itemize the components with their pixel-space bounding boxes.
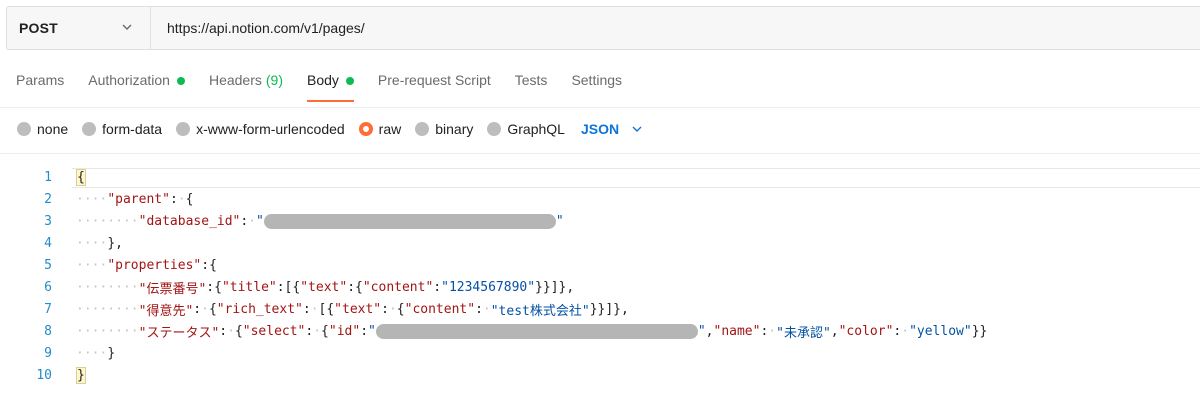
headers-count: (9) (265, 72, 283, 88)
json-key: "text" (334, 301, 382, 317)
json-string: "yellow" (909, 323, 972, 339)
method-label: POST (19, 20, 58, 36)
request-url-bar: POST (6, 6, 1200, 50)
json-brace: { (185, 191, 194, 207)
chevron-down-icon (632, 126, 642, 132)
code-line: 4 ····}, (6, 232, 1200, 254)
json-brace: } (107, 345, 116, 361)
radio-x-www-form-urlencoded[interactable]: x-www-form-urlencoded (176, 121, 345, 137)
json-key: "伝票番号" (138, 281, 207, 297)
radio-label: none (37, 121, 69, 137)
radio-icon (176, 122, 191, 136)
radio-raw[interactable]: raw (358, 121, 402, 137)
line-number: 3 (44, 213, 52, 229)
json-key: "parent" (107, 191, 170, 207)
radio-binary[interactable]: binary (415, 121, 473, 137)
line-number: 5 (44, 257, 52, 273)
json-string: "test株式会社" (490, 303, 590, 319)
tab-tests[interactable]: Tests (515, 72, 548, 102)
code-line: 5 ···· "properties":{ (6, 254, 1200, 276)
radio-label: raw (378, 121, 402, 137)
tab-settings[interactable]: Settings (571, 72, 622, 102)
json-brace: { (76, 168, 86, 186)
method-select[interactable]: POST (7, 7, 151, 49)
raw-format-label: JSON (580, 121, 620, 137)
tab-headers[interactable]: Headers (9) (209, 72, 283, 102)
json-brace: { (209, 257, 217, 273)
body-type-options: none form-data x-www-form-urlencoded raw… (17, 120, 643, 138)
json-key: "rich_text" (216, 301, 303, 317)
code-line: 2 ···· "parent": ·{ (6, 188, 1200, 210)
redacted-value (263, 213, 556, 229)
raw-format-select[interactable]: JSON (581, 121, 643, 137)
json-brace: } (107, 235, 116, 251)
line-number: 4 (44, 235, 52, 251)
json-string: "1234567890" (441, 279, 536, 295)
line-number: 8 (44, 323, 52, 339)
code-line: 9 ····} (6, 342, 1200, 364)
divider (0, 153, 1200, 154)
line-number: 10 (36, 367, 52, 383)
json-key: "database_id" (138, 213, 241, 229)
radio-label: GraphQL (507, 121, 565, 137)
json-key: "content" (362, 279, 434, 295)
tab-params[interactable]: Params (16, 72, 64, 102)
radio-icon (487, 122, 502, 136)
radio-icon (82, 122, 97, 136)
radio-none[interactable]: none (17, 121, 68, 137)
json-key: "ステータス" (138, 325, 220, 341)
divider (0, 107, 1200, 108)
line-number: 9 (44, 345, 52, 361)
code-line: 8 ········ "ステータス": ·{"select": ·{"id": " ", "… (6, 320, 1200, 342)
status-dot-icon (345, 77, 354, 85)
json-key: "properties" (107, 257, 202, 273)
code-line: 6 ········ "伝票番号":{"title":[{"text":{"con… (6, 276, 1200, 298)
line-number: 1 (44, 169, 52, 185)
request-tabs: Params Authorization Headers (9) Body Pre… (16, 72, 646, 102)
json-brace: } (76, 366, 86, 384)
tab-authorization[interactable]: Authorization (88, 72, 185, 102)
tab-label: Headers (208, 72, 262, 88)
code-line: 1 { (6, 166, 1200, 188)
tab-label: Params (16, 72, 65, 88)
tab-label: Body (307, 72, 339, 88)
tab-pre-request-script[interactable]: Pre-request Script (378, 72, 491, 102)
line-number: 2 (44, 191, 52, 207)
radio-icon (415, 122, 430, 136)
code-line: 7 ········ "得意先": ·{"rich_text": ·[{"text":… (6, 298, 1200, 320)
json-key: "text" (300, 279, 348, 295)
code-line: 10 } (6, 364, 1200, 386)
json-key: "得意先" (138, 303, 194, 319)
radio-label: x-www-form-urlencoded (196, 121, 345, 137)
radio-label: binary (435, 121, 474, 137)
json-key: "id" (328, 323, 361, 339)
json-key: "color" (838, 323, 894, 339)
tab-label: Tests (514, 72, 548, 88)
radio-form-data[interactable]: form-data (82, 121, 162, 137)
status-dot-icon (176, 77, 185, 85)
tab-label: Pre-request Script (377, 72, 491, 88)
json-key: "select" (242, 323, 306, 339)
radio-icon (17, 122, 31, 136)
radio-graphql[interactable]: GraphQL (487, 121, 565, 137)
tab-label: Authorization (88, 72, 170, 88)
code-editor[interactable]: 1 { 2 ···· "parent": ·{ 3 ········ "databas… (6, 160, 1200, 392)
tab-body[interactable]: Body (307, 72, 354, 102)
tab-label: Settings (571, 72, 623, 88)
line-number: 6 (44, 279, 52, 295)
url-input[interactable] (167, 20, 1067, 36)
radio-selected-icon (358, 122, 373, 136)
redacted-value (375, 323, 698, 339)
code-line: 3 ········ "database_id": · " " (6, 210, 1200, 232)
json-string: "未承認" (776, 325, 831, 341)
chevron-down-icon (122, 24, 132, 30)
json-key: "name" (713, 323, 761, 339)
line-number: 7 (44, 301, 52, 317)
json-key: "title" (221, 279, 277, 295)
radio-label: form-data (102, 121, 163, 137)
json-key: "content" (404, 301, 476, 317)
